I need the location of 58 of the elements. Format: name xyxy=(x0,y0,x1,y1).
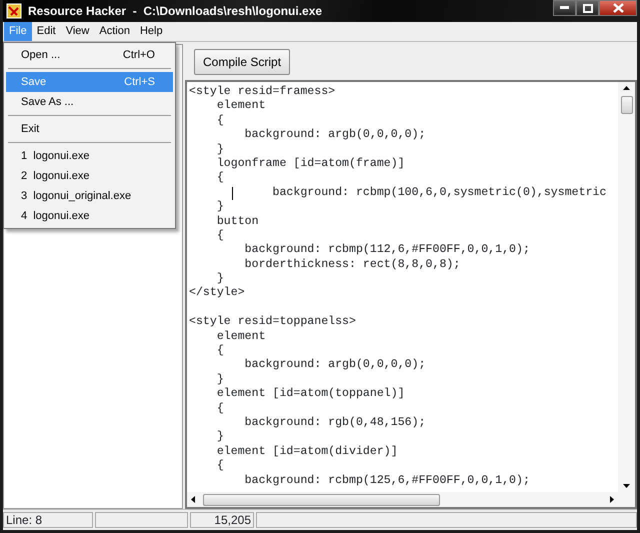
code-line: { xyxy=(216,344,224,358)
code-line: background: rcbmp(112,6,#FF00FF,0,0,1,0); xyxy=(244,243,530,256)
menu-item[interactable]: Help xyxy=(134,22,168,41)
code-line: button xyxy=(216,214,259,228)
menu-item[interactable]: Action xyxy=(94,22,135,41)
code-line: { xyxy=(216,171,224,184)
app-icon xyxy=(6,3,22,19)
scroll-thumb[interactable] xyxy=(203,494,440,506)
menu-entry[interactable]: 4 logonui.exe xyxy=(6,206,173,226)
scroll-up-arrow-icon xyxy=(623,86,630,90)
code-line: borderthickness: rect(8,8,0,8); xyxy=(244,258,460,271)
vertical-scrollbar[interactable] xyxy=(618,82,635,492)
minimize-icon xyxy=(560,6,569,10)
close-icon xyxy=(612,3,624,13)
window-title: Resource Hacker - C:\Downloads\resh\logonui.exe xyxy=(28,3,322,20)
menu-entry[interactable]: 3 logonui_original.exe xyxy=(6,186,173,206)
minimize-button[interactable] xyxy=(553,0,576,16)
menu-entry[interactable]: 2 logonui.exe xyxy=(6,166,173,186)
code-line: } xyxy=(216,430,224,444)
menu-item[interactable]: View xyxy=(60,22,94,41)
scroll-thumb[interactable] xyxy=(620,96,632,114)
code-line: { xyxy=(216,228,224,242)
code-line: background: rgb(0,48,156); xyxy=(244,416,426,429)
code-line: <style resid=toppanelss> xyxy=(189,315,356,328)
code-line: background: rcbmp(100,6,0,sysmetric(0),sysmetric xyxy=(271,186,606,199)
size-status: 15,205 xyxy=(190,512,254,528)
menu-item[interactable]: Edit xyxy=(32,22,61,41)
line-status: Line: 8 xyxy=(3,512,93,528)
code-line: <style resid=framess> xyxy=(189,85,336,98)
scroll-down-arrow-icon xyxy=(623,484,630,488)
code-line: background: argb(0,0,0,0); xyxy=(244,128,426,142)
code-line: { xyxy=(216,459,224,472)
maximize-icon xyxy=(582,4,592,12)
scroll-right-arrow-icon xyxy=(610,496,614,503)
code-line: element xyxy=(216,330,266,343)
code-line: } xyxy=(216,200,224,214)
script-editor[interactable] xyxy=(185,80,637,509)
maximize-button[interactable] xyxy=(576,0,599,16)
code-line: element [id=atom(divider)] xyxy=(216,444,398,458)
menu-entry[interactable]: 1 logonui.exe xyxy=(6,146,173,166)
menu-entry[interactable]: Open ... Ctrl+O xyxy=(6,45,173,65)
code-line: element xyxy=(216,99,266,112)
horizontal-scrollbar[interactable] xyxy=(187,492,618,507)
code-line: } xyxy=(216,272,224,286)
code-line: } xyxy=(216,142,224,156)
code-line: { xyxy=(216,402,224,415)
compile-script-button[interactable]: Compile Script xyxy=(194,49,290,75)
close-button[interactable] xyxy=(599,0,637,16)
menu-entry[interactable]: Save As ... xyxy=(6,92,173,112)
code-line: } xyxy=(216,372,224,386)
code-line: logonframe [id=atom(frame)] xyxy=(216,156,405,170)
scroll-left-arrow-icon xyxy=(191,496,195,503)
code-line: { xyxy=(216,114,224,127)
code-line: element [id=atom(toppanel)] xyxy=(216,387,405,400)
menu-entry[interactable]: Exit xyxy=(6,119,173,139)
code-line: background: argb(0,0,0,0); xyxy=(244,358,426,372)
code-line: </style> xyxy=(189,286,245,300)
code-line: background: rcbmp(125,6,#FF00FF,0,0,1,0); xyxy=(244,474,530,487)
